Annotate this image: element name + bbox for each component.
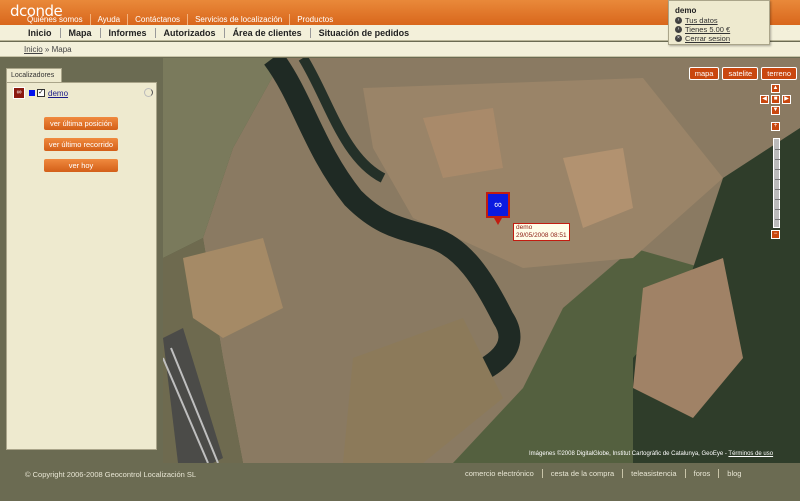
terms-link[interactable]: Términos de uso xyxy=(728,451,773,457)
footer-link-blog[interactable]: blog xyxy=(719,469,749,478)
locator-checkbox[interactable]: ✓ xyxy=(37,89,45,97)
nav-informes[interactable]: Informes xyxy=(101,27,156,38)
footer-link-cesta[interactable]: cesta de la compra xyxy=(543,469,624,478)
zoom-out-icon[interactable]: − xyxy=(771,230,780,239)
locator-marker[interactable]: ∞ xyxy=(486,192,510,218)
breadcrumb-home[interactable]: Inicio xyxy=(24,45,43,54)
loading-icon xyxy=(144,88,153,97)
topnav-servicios[interactable]: Servicios de localización xyxy=(188,14,291,25)
balance-link[interactable]: › Tienes 5.00 € xyxy=(675,25,769,34)
marker-tooltip: demo 29/05/2008 08:51 xyxy=(513,223,570,241)
footer-link-foros[interactable]: foros xyxy=(686,469,720,478)
map-type-satelite[interactable]: satelite xyxy=(722,67,759,80)
zoom-in-icon[interactable]: + xyxy=(771,122,780,131)
content-area: Localizadores ∞ ✓ demo ver última posici… xyxy=(0,58,800,463)
zoom-slider[interactable] xyxy=(773,138,780,228)
user-data-link[interactable]: › Tus datos xyxy=(675,16,769,25)
pan-up-icon[interactable]: ▲ xyxy=(771,84,780,93)
footer-links: comercio electrónico cesta de la compra … xyxy=(457,469,749,478)
tooltip-timestamp: 29/05/2008 08:51 xyxy=(516,232,567,239)
user-name: demo xyxy=(675,6,697,15)
topnav-productos[interactable]: Productos xyxy=(290,14,340,25)
sidebar: Localizadores ∞ ✓ demo ver última posici… xyxy=(6,68,157,450)
locators-panel: ∞ ✓ demo ver última posición ver último … xyxy=(6,82,157,450)
breadcrumb-current: Mapa xyxy=(51,45,72,54)
last-position-button[interactable]: ver última posición xyxy=(44,117,118,130)
breadcrumb-separator: » xyxy=(44,45,50,54)
map-attribution: Imágenes ©2008 DigitalGlobe, Institut Ca… xyxy=(529,451,774,457)
pan-right-icon[interactable]: ▶ xyxy=(782,95,791,104)
user-box: demo › Tus datos › Tienes 5.00 € × Cerrar s… xyxy=(668,0,770,45)
pan-left-icon[interactable]: ◀ xyxy=(760,95,769,104)
nav-mapa[interactable]: Mapa xyxy=(61,27,101,38)
pan-center-icon[interactable]: ■ xyxy=(771,95,780,104)
satellite-map[interactable]: mapa satelite terreno ▲ ◀ ■ ▶ ▼ + − ∞ de… xyxy=(163,58,800,463)
satellite-imagery xyxy=(163,58,800,463)
nav-area-clientes[interactable]: Área de clientes xyxy=(225,27,311,38)
link-icon[interactable]: ∞ xyxy=(13,87,25,99)
footer-link-comercio[interactable]: comercio electrónico xyxy=(457,469,543,478)
bullet-icon: › xyxy=(675,17,682,24)
today-button[interactable]: ver hoy xyxy=(44,159,118,172)
map-type-terreno[interactable]: terreno xyxy=(761,67,797,80)
topnav-contactanos[interactable]: Contáctanos xyxy=(128,14,189,25)
nav-inicio[interactable]: Inicio xyxy=(20,27,61,38)
copyright: © Copyright 2006-2008 Geocontrol Localiz… xyxy=(25,470,197,479)
last-route-button[interactable]: ver último recorrido xyxy=(44,138,118,151)
locator-color-swatch xyxy=(29,90,35,96)
pan-down-icon[interactable]: ▼ xyxy=(771,106,780,115)
map-type-selector: mapa satelite terreno xyxy=(688,67,797,80)
tooltip-name: demo xyxy=(516,224,533,231)
footer-link-teleasistencia[interactable]: teleasistencia xyxy=(623,469,686,478)
footer: © Copyright 2006-2008 Geocontrol Localiz… xyxy=(0,463,800,501)
nav-situacion-pedidos[interactable]: Situación de pedidos xyxy=(311,28,418,38)
bullet-icon: › xyxy=(675,26,682,33)
top-nav: Quiénes somos Ayuda Contáctanos Servicio… xyxy=(20,14,340,25)
topnav-quienes-somos[interactable]: Quiénes somos xyxy=(20,14,91,25)
tab-localizadores[interactable]: Localizadores xyxy=(6,68,62,82)
locator-name[interactable]: demo xyxy=(48,89,68,98)
marker-pin xyxy=(494,218,502,225)
nav-autorizados[interactable]: Autorizados xyxy=(156,27,225,38)
locator-row: ∞ ✓ demo xyxy=(13,86,153,100)
close-icon: × xyxy=(675,35,682,42)
logout-link[interactable]: × Cerrar sesion xyxy=(675,34,769,43)
map-type-mapa[interactable]: mapa xyxy=(688,67,720,80)
topnav-ayuda[interactable]: Ayuda xyxy=(91,14,129,25)
